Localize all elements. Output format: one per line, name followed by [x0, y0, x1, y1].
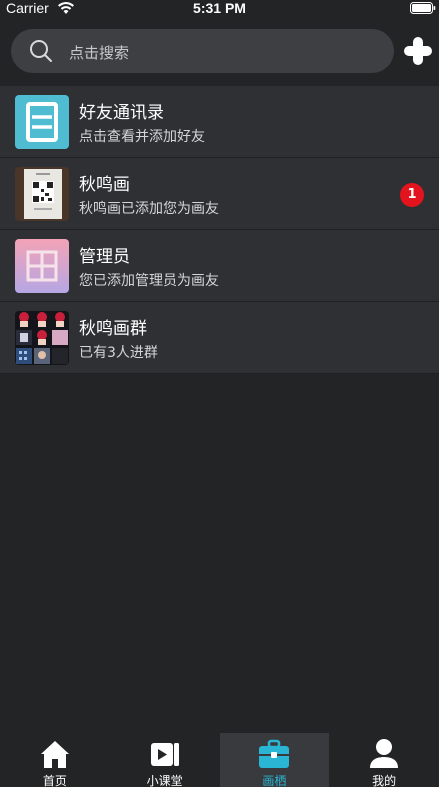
list-item-admin[interactable]: 管理员 您已添加管理员为画友	[0, 230, 439, 302]
tab-home[interactable]: 首页	[0, 733, 110, 787]
item-title: 秋鸣画群	[79, 319, 147, 339]
home-icon	[40, 741, 69, 768]
search-icon	[30, 40, 52, 62]
briefcase-icon	[259, 739, 290, 768]
search-placeholder: 点击搜索	[69, 44, 130, 62]
tab-bar: 首页 小课堂 画栖 我的	[0, 733, 439, 787]
list-item-qiuminghua-group[interactable]: 秋鸣画群 已有3人进群	[0, 302, 439, 374]
item-subtitle: 点击查看并添加好友	[79, 129, 205, 145]
item-subtitle: 已有3人进群	[79, 345, 158, 361]
battery-icon	[410, 2, 436, 14]
address-book-icon	[15, 95, 69, 149]
status-time: 5:31 PM	[193, 0, 246, 16]
item-subtitle: 秋鸣画已添加您为画友	[79, 201, 219, 217]
admin-avatar	[15, 239, 69, 293]
tab-label: 画栖	[262, 774, 287, 787]
item-subtitle: 您已添加管理员为画友	[79, 273, 219, 289]
unread-badge: 1	[400, 183, 424, 207]
search-input[interactable]: 点击搜索	[11, 29, 394, 73]
tab-label: 我的	[372, 774, 397, 787]
tab-huaqi[interactable]: 画栖	[219, 733, 330, 787]
status-bar: Carrier 5:31 PM	[0, 0, 439, 18]
group-collage-avatar	[15, 311, 69, 365]
tab-label: 首页	[42, 774, 67, 787]
add-icon[interactable]	[404, 37, 432, 65]
list-item-qiuminghua[interactable]: 秋鸣画 秋鸣画已添加您为画友 1	[0, 158, 439, 230]
video-icon	[150, 743, 179, 766]
qr-photo-avatar	[15, 167, 69, 221]
item-title: 管理员	[79, 247, 130, 267]
tab-classroom[interactable]: 小课堂	[110, 733, 220, 787]
list-item-friend-directory[interactable]: 好友通讯录 点击查看并添加好友	[0, 86, 439, 158]
user-icon	[370, 739, 399, 768]
tab-label: 小课堂	[146, 774, 183, 787]
contact-list: 好友通讯录 点击查看并添加好友 秋鸣画 秋鸣画已添加您为画友 1 管理员 您已添…	[0, 86, 439, 374]
item-title: 秋鸣画	[79, 175, 130, 195]
item-title: 好友通讯录	[79, 103, 164, 123]
tab-mine[interactable]: 我的	[329, 733, 439, 787]
